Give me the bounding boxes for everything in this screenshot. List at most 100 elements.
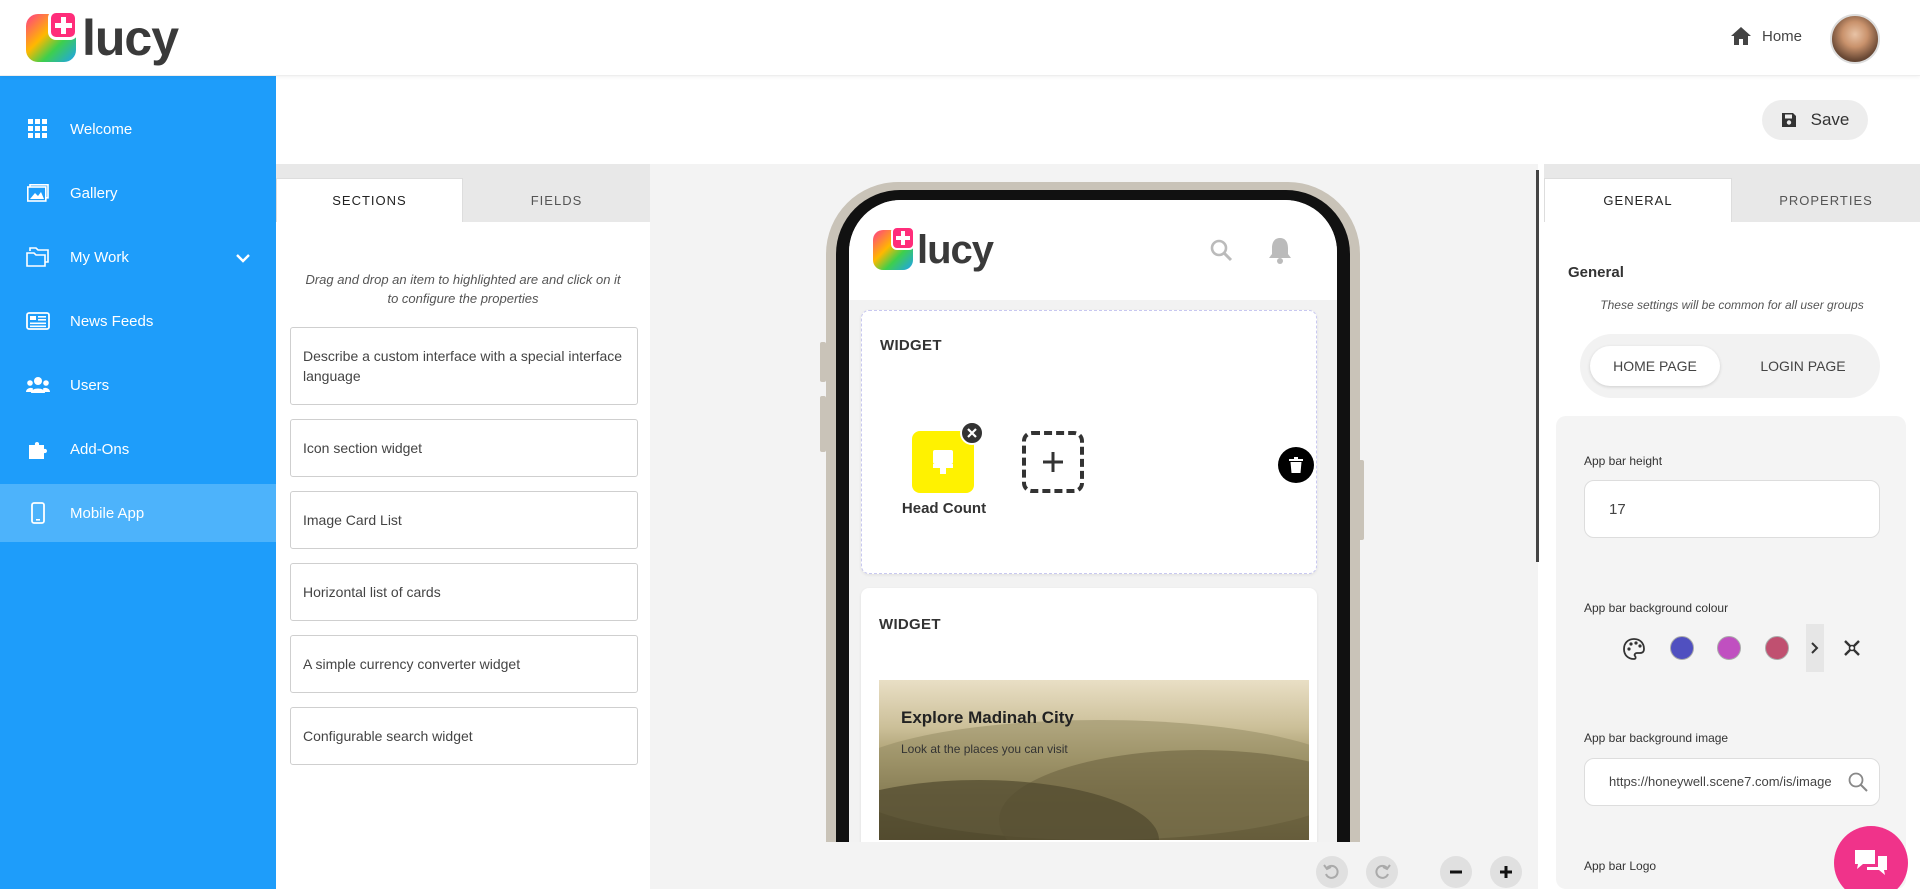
sidebar-item-welcome[interactable]: Welcome — [0, 100, 276, 158]
sidebar-item-label: Welcome — [70, 120, 133, 138]
sidebar-item-label: Add-Ons — [70, 440, 130, 458]
logo-icon — [26, 10, 78, 62]
sidebar-item-label: News Feeds — [70, 312, 154, 330]
widget-card-image[interactable]: WIDGET Explore Madinah City Look at the … — [861, 588, 1317, 842]
brush-icon — [933, 450, 953, 474]
gallery-icon — [26, 183, 50, 203]
users-icon — [26, 375, 50, 395]
image-card-subtitle: Look at the places you can visit — [901, 742, 1068, 756]
undo-button[interactable] — [1316, 856, 1348, 888]
canvas-divider — [650, 162, 1532, 164]
drag-drop-hint: Drag and drop an item to highlighted are… — [305, 272, 621, 306]
app-bar-height-input[interactable]: 17 — [1584, 480, 1880, 538]
palette-icon[interactable] — [1622, 637, 1646, 661]
add-tile-button[interactable] — [1022, 431, 1084, 493]
image-card-title: Explore Madinah City — [901, 708, 1074, 727]
home-link[interactable]: Home — [1730, 26, 1802, 46]
grid-icon — [26, 119, 50, 139]
tab-general[interactable]: GENERAL — [1544, 178, 1732, 222]
chevron-down-icon[interactable] — [236, 250, 250, 267]
save-button[interactable]: Save — [1762, 100, 1868, 140]
home-page-toggle[interactable]: HOME PAGE — [1590, 346, 1720, 386]
search-icon[interactable] — [1209, 238, 1233, 262]
widget-card-icons[interactable]: WIDGET Head Count — [861, 310, 1317, 574]
mobile-icon — [26, 502, 50, 524]
sidebar-item-mobile-app[interactable]: Mobile App — [0, 484, 276, 542]
app-bar-logo-label: App bar Logo — [1584, 859, 1657, 873]
widget-item-image-card-list[interactable]: Image Card List — [290, 491, 638, 549]
sidebar-item-label: Users — [70, 376, 110, 394]
bg-colour-label: App bar background colour — [1584, 601, 1729, 615]
sidebar-item-add-ons[interactable]: Add-Ons — [0, 420, 276, 478]
sidebar-item-gallery[interactable]: Gallery — [0, 164, 276, 222]
close-icon — [967, 428, 977, 438]
right-tabs: GENERAL PROPERTIES — [1544, 178, 1920, 222]
colour-swatch-2[interactable] — [1717, 636, 1741, 660]
plus-icon — [1500, 866, 1512, 878]
sidebar-item-label: Gallery — [70, 184, 118, 202]
plus-icon — [1043, 452, 1063, 472]
remove-tile-button[interactable] — [960, 421, 984, 445]
home-label: Home — [1762, 27, 1803, 45]
widget-item-icon-section[interactable]: Icon section widget — [290, 419, 638, 477]
bg-image-label: App bar background image — [1584, 731, 1729, 745]
bg-image-input[interactable]: https://honeywell.scene7.com/is/image — [1584, 758, 1880, 806]
trash-icon — [1289, 457, 1303, 473]
undo-icon — [1323, 864, 1339, 879]
app-bar[interactable]: lucy — [849, 200, 1337, 300]
content-header — [276, 76, 1920, 164]
redo-icon — [1375, 864, 1391, 879]
general-title: General — [1568, 264, 1624, 281]
widget-item-search[interactable]: Configurable search widget — [290, 707, 638, 765]
search-icon[interactable] — [1847, 771, 1869, 793]
tab-fields[interactable]: FIELDS — [463, 178, 650, 222]
widget-item-horizontal-cards[interactable]: Horizontal list of cards — [290, 563, 638, 621]
avatar[interactable] — [1830, 14, 1880, 64]
logo-text: lucy — [82, 10, 179, 66]
canvas-scrollbar[interactable] — [1536, 170, 1539, 562]
app-logo: lucy — [873, 226, 994, 270]
bell-icon[interactable] — [1267, 236, 1293, 264]
home-icon — [1731, 27, 1751, 45]
chevron-right-icon — [1811, 642, 1819, 654]
app-bar-height-label: App bar height — [1584, 454, 1663, 468]
phone-screen: lucy WIDGET Head Count WIDGET Explore Ma… — [849, 200, 1337, 842]
lucy-logo[interactable]: lucy — [26, 10, 179, 66]
sidebar: Welcome Gallery My Work News Feeds Users… — [0, 76, 276, 889]
sidebar-item-my-work[interactable]: My Work — [0, 228, 276, 286]
puzzle-icon — [26, 439, 50, 459]
left-tabs: SECTIONS FIELDS — [276, 178, 650, 222]
sidebar-item-label: My Work — [70, 248, 129, 266]
sidebar-item-users[interactable]: Users — [0, 356, 276, 414]
clear-colour-icon[interactable] — [1843, 639, 1861, 657]
top-bar: lucy Home — [0, 0, 1920, 76]
save-label: Save — [1810, 110, 1850, 129]
delete-widget-button[interactable] — [1278, 447, 1314, 483]
folder-icon — [26, 247, 50, 267]
widget-title: WIDGET — [880, 337, 942, 354]
sections-tab-content — [276, 222, 650, 889]
newspaper-icon — [26, 311, 50, 331]
widget-title: WIDGET — [879, 616, 941, 633]
redo-button[interactable] — [1366, 856, 1398, 888]
colour-swatch-3[interactable] — [1765, 636, 1789, 660]
login-page-toggle[interactable]: LOGIN PAGE — [1738, 346, 1868, 386]
tile-label: Head Count — [901, 500, 987, 517]
sidebar-item-label: Mobile App — [70, 504, 145, 522]
explore-image-card[interactable]: Explore Madinah City Look at the places … — [879, 680, 1309, 840]
widget-item-currency-converter[interactable]: A simple currency converter widget — [290, 635, 638, 693]
colour-swatch-1[interactable] — [1670, 636, 1694, 660]
sidebar-item-news-feeds[interactable]: News Feeds — [0, 292, 276, 350]
more-colours-button[interactable] — [1806, 624, 1824, 672]
minus-icon — [1450, 870, 1462, 874]
bg-image-value: https://honeywell.scene7.com/is/image — [1609, 774, 1832, 789]
zoom-in-button[interactable] — [1490, 856, 1522, 888]
tab-properties[interactable]: PROPERTIES — [1732, 178, 1920, 222]
tab-sections[interactable]: SECTIONS — [276, 178, 463, 222]
floppy-disk-icon — [1781, 113, 1796, 127]
chat-icon — [1855, 850, 1887, 875]
widget-item-custom-interface[interactable]: Describe a custom interface with a speci… — [290, 327, 638, 405]
zoom-out-button[interactable] — [1440, 856, 1472, 888]
page-toggle: HOME PAGE LOGIN PAGE — [1580, 334, 1880, 398]
general-subtitle: These settings will be common for all us… — [1600, 298, 1864, 312]
